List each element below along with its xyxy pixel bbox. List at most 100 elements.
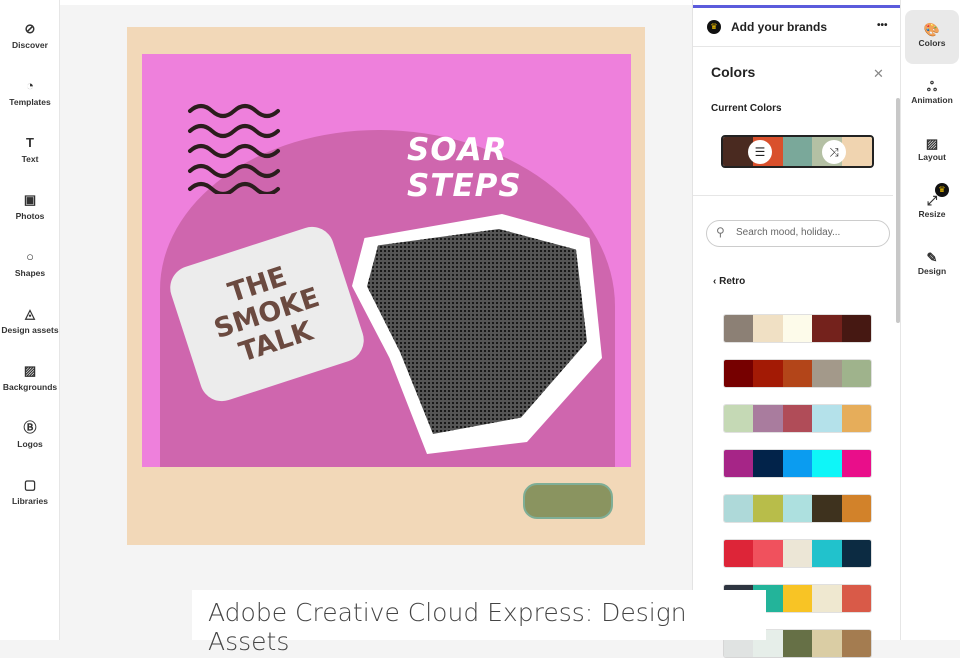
bubble-text: THE SMOKE TALK [210, 261, 324, 369]
nav-logos[interactable]: Ⓑ Logos [0, 420, 60, 450]
logos-icon: Ⓑ [23, 420, 37, 435]
shuffle-icon[interactable]: ⤨ [822, 140, 846, 164]
palette-swatch [812, 315, 842, 342]
nav-label: Libraries [12, 496, 48, 506]
caption-overlay: Adobe Creative Cloud Express: Design Ass… [192, 590, 766, 656]
pink-background: SOAR STEPS THE SMOKE TALK [142, 54, 631, 467]
palette-swatch [753, 315, 783, 342]
resize-icon: ⤢ [926, 193, 938, 208]
animation-icon: ஃ [926, 79, 938, 94]
current-colors-swatch[interactable] [721, 135, 874, 168]
add-brands-label[interactable]: Add your brands [731, 20, 827, 34]
nav-label: Logos [17, 439, 43, 449]
rail-label: Animation [911, 95, 953, 105]
palette-option[interactable] [723, 404, 872, 433]
more-options-button[interactable]: ••• [877, 20, 888, 31]
color-swatch[interactable] [782, 137, 813, 166]
palette-swatch [841, 450, 871, 477]
retro-label: Retro [719, 276, 746, 287]
rail-animation[interactable]: ஃ Animation [905, 67, 959, 121]
palette-swatch [841, 495, 871, 522]
palette-swatch [812, 360, 842, 387]
nav-text[interactable]: T Text [0, 135, 60, 165]
divider [693, 46, 901, 47]
rail-resize[interactable]: ⤢ Resize [905, 181, 959, 235]
palette-swatch [753, 495, 783, 522]
nav-libraries[interactable]: ▢ Libraries [0, 477, 60, 507]
colors-panel: ♛ Add your brands ••• Colors ✕ Current C… [692, 0, 901, 658]
palette-swatch [812, 540, 842, 567]
palette-swatch [812, 630, 842, 657]
palette-icon: 🎨 [923, 22, 941, 37]
palette-swatch [841, 315, 871, 342]
headline-text[interactable]: SOAR STEPS [407, 132, 631, 204]
nav-label: Templates [9, 97, 51, 107]
nav-label: Backgrounds [2, 382, 58, 392]
palette-swatch [841, 360, 871, 387]
nav-label: Shapes [14, 268, 46, 278]
templates-icon: ◔ [26, 78, 34, 93]
adjust-sliders-icon[interactable]: ☰ [748, 140, 772, 164]
panel-accent-bar [693, 5, 901, 8]
rail-colors[interactable]: 🎨 Colors [905, 10, 959, 64]
rail-label: Resize [918, 209, 946, 219]
palette-swatch [753, 360, 783, 387]
palette-swatch [841, 540, 871, 567]
palette-swatch [841, 630, 871, 657]
palette-option[interactable] [723, 314, 872, 343]
nav-label: Photos [15, 211, 45, 221]
nav-templates[interactable]: ◔ Templates [0, 78, 60, 108]
palette-option[interactable] [723, 494, 872, 523]
close-icon[interactable]: ✕ [873, 66, 884, 82]
nav-backgrounds[interactable]: ▨ Backgrounds [0, 364, 60, 393]
text-icon: T [26, 135, 34, 150]
palette-swatch [782, 315, 813, 342]
rail-design[interactable]: ✎ Design [905, 238, 959, 292]
palette-swatch [812, 585, 842, 612]
palette-swatch [782, 450, 813, 477]
palette-swatch [782, 495, 813, 522]
palette-swatch [724, 540, 754, 567]
palette-swatch [782, 585, 813, 612]
palette-swatch [782, 360, 813, 387]
libraries-icon: ▢ [23, 477, 37, 492]
top-strip [60, 0, 692, 5]
palette-swatch [841, 405, 871, 432]
nav-shapes[interactable]: ○ Shapes [0, 250, 60, 279]
palette-swatch [724, 405, 754, 432]
rail-label: Colors [918, 38, 946, 48]
palette-swatch [724, 495, 754, 522]
green-button-shape[interactable] [523, 483, 613, 519]
artboard[interactable]: SOAR STEPS THE SMOKE TALK [127, 27, 645, 545]
layout-icon: ▨ [925, 136, 939, 151]
search-placeholder: Search mood, holiday... [736, 227, 841, 238]
rail-layout[interactable]: ▨ Layout [905, 124, 959, 178]
nav-design-assets[interactable]: ◬ Design assets [0, 307, 60, 336]
back-to-retro-link[interactable]: ‹ Retro [713, 276, 745, 287]
palette-swatch [812, 495, 842, 522]
crown-icon: ♛ [707, 20, 721, 34]
nav-discover[interactable]: ⊘ Discover [0, 21, 60, 51]
left-sidebar: ⊘ Discover ◔ Templates T Text ▣ Photos ○ Shapes ◬ D… [0, 0, 60, 640]
palette-option[interactable] [723, 449, 872, 478]
color-swatch[interactable] [842, 137, 872, 166]
nav-photos[interactable]: ▣ Photos [0, 193, 60, 222]
palette-swatch [812, 450, 842, 477]
palette-option[interactable] [723, 539, 872, 568]
rail-label: Layout [918, 152, 946, 162]
palette-option[interactable] [723, 359, 872, 388]
palette-swatch [782, 630, 813, 657]
nav-label: Text [21, 154, 39, 164]
divider [693, 195, 893, 196]
nav-label: Design assets [1, 325, 59, 335]
palette-swatch [782, 405, 813, 432]
compass-icon: ⊘ [24, 21, 36, 36]
premium-crown-badge: ♛ [935, 183, 949, 197]
panel-title: Colors [711, 64, 756, 80]
palette-swatch [782, 540, 813, 567]
search-input[interactable]: ⚲ Search mood, holiday... [706, 220, 890, 247]
palette-swatch [724, 360, 754, 387]
palette-swatch [724, 315, 754, 342]
palette-swatch [841, 585, 871, 612]
nav-label: Discover [12, 40, 48, 50]
